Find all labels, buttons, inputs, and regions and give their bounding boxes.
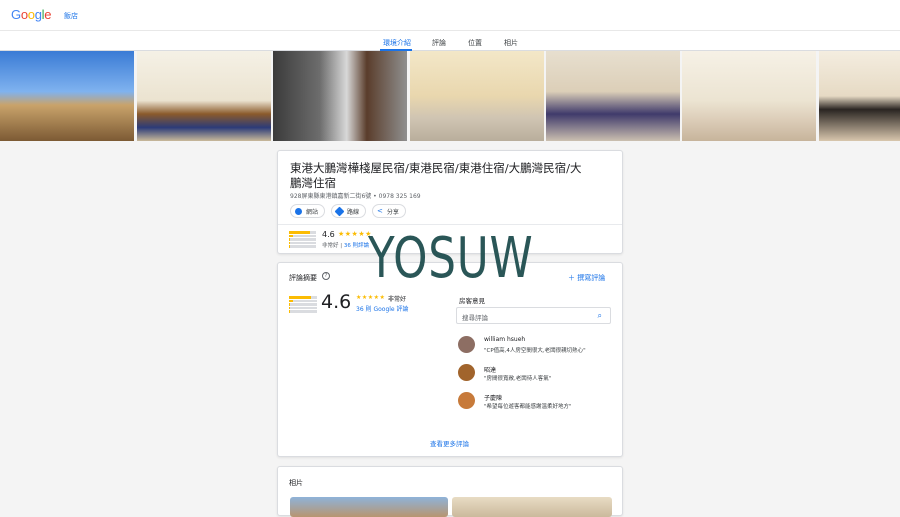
photo-bedroom-1[interactable] <box>137 51 271 141</box>
review-search-placeholder: 搜尋評論 <box>462 314 488 322</box>
photo-bathroom[interactable] <box>273 51 407 141</box>
directions-icon <box>334 206 345 216</box>
rating-bars <box>289 296 317 313</box>
rating-word-small: 非常好 <box>322 243 339 249</box>
reviewer-avatar-1[interactable] <box>458 336 475 353</box>
globe-icon <box>295 207 302 215</box>
rating-summary-small: 非常好 | 36 則評論 <box>322 243 370 249</box>
reviewer-quote-2: "房間很寬敞,老闆待人客氣" <box>484 376 552 382</box>
listing-address: 928屏東縣東港鎮嘉新二街6號 • 0978 325 169 <box>290 193 421 200</box>
rating-bars-small <box>289 231 316 248</box>
photo-bedroom-3[interactable] <box>546 51 680 141</box>
reviewer-name-2[interactable]: 昭達 <box>484 365 496 374</box>
reviewer-name-1[interactable]: william hsueh <box>484 336 525 343</box>
watermark-text: YOSUW <box>368 226 534 291</box>
reviews-link-small[interactable]: 36 則評論 <box>344 243 369 249</box>
plus-icon: ＋ <box>568 274 578 282</box>
reviewer-name-3[interactable]: 子慶陳 <box>484 393 502 402</box>
website-label: 網站 <box>306 208 319 216</box>
photo-bedroom-2[interactable] <box>410 51 544 141</box>
more-reviews-link[interactable]: 查看更多評論 <box>430 438 469 448</box>
guest-opinions-heading: 房客意見 <box>459 297 485 305</box>
search-icon[interactable]: ⌕ <box>598 311 602 321</box>
website-button[interactable]: 網站 <box>290 204 326 218</box>
tab-bar: 環境介紹 評論 位置 相片 <box>0 31 900 51</box>
write-review-button[interactable]: ＋ 撰寫評論 <box>568 273 605 283</box>
tab-location[interactable]: 位置 <box>468 38 482 48</box>
photo-strip <box>0 51 900 141</box>
tab-photos[interactable]: 相片 <box>504 38 518 48</box>
photo-thumb-1[interactable] <box>290 497 448 517</box>
hotels-link[interactable]: 飯店 <box>64 11 78 21</box>
share-label: 分享 <box>386 208 399 216</box>
score-small: 4.6 <box>322 230 335 239</box>
stars-small: ★★★★★ <box>338 230 372 238</box>
write-review-label: 撰寫評論 <box>577 274 606 282</box>
overall-stars: ★★★★★ <box>356 294 386 301</box>
card-divider <box>278 224 622 225</box>
review-summary-heading: 評論摘要 <box>289 274 317 282</box>
reviewer-avatar-2[interactable] <box>458 364 475 381</box>
share-button[interactable]: < 分享 <box>372 204 406 218</box>
reviewer-avatar-3[interactable] <box>458 392 475 409</box>
reviewer-quote-3: "希望每位遊客都能感謝溫柔好地方" <box>484 404 572 410</box>
review-summary-card: 評論摘要 ? ＋ 撰寫評論 4.6 ★★★★★ 非常好 36 則 Google … <box>277 262 623 457</box>
reviewer-quote-1: "CP值高,4人房空間很大,老闆很親切熱心" <box>484 348 586 354</box>
help-icon[interactable]: ? <box>322 272 330 280</box>
photos-heading: 相片 <box>289 479 303 487</box>
directions-label: 路線 <box>347 208 360 216</box>
overall-score: 4.6 <box>321 291 352 313</box>
google-logo[interactable]: Google <box>11 7 51 22</box>
photo-bedroom-5[interactable] <box>819 51 900 141</box>
photo-bedroom-4[interactable] <box>682 51 816 141</box>
top-bar: Google 飯店 <box>0 0 900 31</box>
review-search-input[interactable]: 搜尋評論 ⌕ <box>456 307 611 324</box>
overall-rating-word: 非常好 <box>388 296 407 303</box>
photo-exterior[interactable] <box>0 51 134 141</box>
share-icon: < <box>377 207 383 215</box>
tab-overview[interactable]: 環境介紹 <box>383 38 411 48</box>
tab-reviews[interactable]: 評論 <box>432 38 446 48</box>
photos-card: 相片 <box>277 466 623 517</box>
google-reviews-link[interactable]: 36 則 Google 評論 <box>356 304 409 313</box>
directions-button[interactable]: 路線 <box>331 204 367 218</box>
listing-title: 東港大鵬灣樺棧屋民宿/東港民宿/東港住宿/大鵬灣民宿/大鵬灣住宿 <box>290 161 582 190</box>
photo-thumb-2[interactable] <box>452 497 612 517</box>
